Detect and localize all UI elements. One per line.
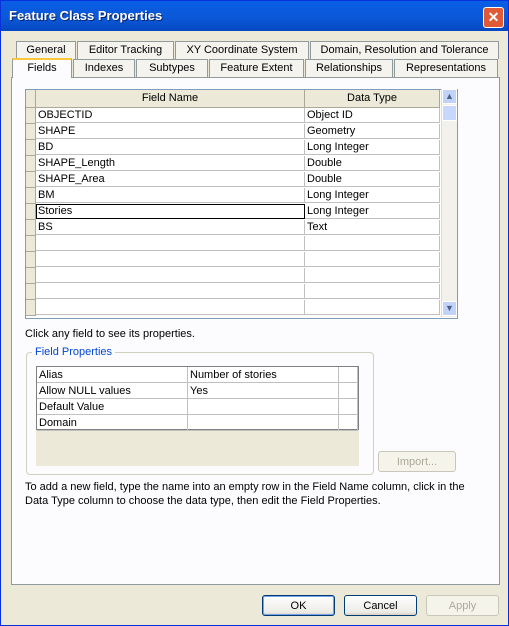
row-selector[interactable] [26,188,36,204]
property-button-cell[interactable] [339,383,358,399]
tab-indexes[interactable]: Indexes [73,59,135,77]
data-type-cell[interactable]: Long Integer [305,188,440,203]
row-selector[interactable] [26,124,36,140]
field-properties-legend: Field Properties [32,346,116,358]
property-value[interactable] [188,415,339,431]
window-title: Feature Class Properties [9,8,163,23]
row-selector[interactable] [26,300,36,316]
field-properties-table: Alias Number of stories Allow NULL values Y… [36,366,359,431]
data-type-cell[interactable]: Double [305,172,440,187]
dialog-window: Feature Class Properties ✕ General Edito… [0,0,509,626]
field-name-cell[interactable] [36,284,305,299]
tab-representations[interactable]: Representations [394,59,498,77]
property-value[interactable]: Number of stories [188,367,339,383]
property-label: Domain [37,415,188,431]
scroll-thumb[interactable] [442,105,457,121]
data-type-cell[interactable] [305,268,440,283]
close-icon[interactable]: ✕ [483,7,504,28]
data-type-cell[interactable]: Object ID [305,108,440,123]
field-name-cell[interactable]: BD [36,140,305,155]
field-name-cell[interactable]: OBJECTID [36,108,305,123]
row-selector[interactable] [26,156,36,172]
tab-editor-tracking[interactable]: Editor Tracking [77,41,174,59]
hint-text: Click any field to see its properties. [25,328,195,340]
tab-xy-coordinate-system[interactable]: XY Coordinate System [175,41,309,59]
apply-button[interactable]: Apply [426,595,499,616]
row-selector[interactable] [26,204,36,220]
title-bar[interactable]: Feature Class Properties ✕ [1,1,508,31]
row-selector[interactable] [26,284,36,300]
grid-vertical-scrollbar[interactable]: ▲ ▼ [441,89,457,317]
tab-subtypes[interactable]: Subtypes [136,59,208,77]
data-type-cell[interactable]: Double [305,156,440,171]
data-type-cell[interactable] [305,284,440,299]
property-button-cell[interactable] [339,415,358,431]
field-name-cell[interactable]: Stories [36,204,305,219]
field-properties-area: Alias Number of stories Allow NULL values Y… [36,366,359,466]
row-selector[interactable] [26,140,36,156]
field-name-cell[interactable]: SHAPE [36,124,305,139]
property-button-cell[interactable] [339,399,358,415]
data-type-cell[interactable]: Long Integer [305,204,440,219]
property-value[interactable] [188,399,339,415]
data-type-cell[interactable]: Geometry [305,124,440,139]
row-selector[interactable] [26,220,36,236]
property-label: Default Value [37,399,188,415]
field-name-cell[interactable]: SHAPE_Area [36,172,305,187]
field-name-cell[interactable] [36,252,305,267]
property-label: Alias [37,367,188,383]
tab-domain-resolution-tolerance[interactable]: Domain, Resolution and Tolerance [310,41,499,59]
data-type-cell[interactable] [305,300,440,315]
row-selector[interactable] [26,268,36,284]
field-name-cell[interactable]: BS [36,220,305,235]
import-button[interactable]: Import... [378,451,456,472]
tab-fields[interactable]: Fields [12,58,72,78]
scroll-down-icon[interactable]: ▼ [442,301,457,316]
tab-general[interactable]: General [16,41,76,59]
field-name-cell[interactable] [36,236,305,251]
data-type-cell[interactable]: Long Integer [305,140,440,155]
tab-feature-extent[interactable]: Feature Extent [209,59,304,77]
instructions-text: To add a new field, type the name into a… [25,481,465,507]
ok-button[interactable]: OK [262,595,335,616]
data-type-cell[interactable] [305,252,440,267]
field-name-cell[interactable] [36,268,305,283]
fields-grid[interactable]: Field Name Data Type OBJECTID Object ID SH… [25,89,458,319]
field-name-cell[interactable]: BM [36,188,305,203]
property-button-cell[interactable] [339,367,358,383]
column-header-data-type[interactable]: Data Type [305,90,440,108]
field-name-cell[interactable]: SHAPE_Length [36,156,305,171]
property-value[interactable]: Yes [188,383,339,399]
grid-corner [26,90,36,108]
data-type-cell[interactable]: Text [305,220,440,235]
property-label: Allow NULL values [37,383,188,399]
row-selector[interactable] [26,108,36,124]
row-selector[interactable] [26,172,36,188]
tab-relationships[interactable]: Relationships [305,59,393,77]
field-name-cell[interactable] [36,300,305,315]
scroll-up-icon[interactable]: ▲ [442,89,457,104]
column-header-field-name[interactable]: Field Name [36,90,305,108]
row-selector[interactable] [26,236,36,252]
data-type-cell[interactable] [305,236,440,251]
row-selector[interactable] [26,252,36,268]
cancel-button[interactable]: Cancel [344,595,417,616]
